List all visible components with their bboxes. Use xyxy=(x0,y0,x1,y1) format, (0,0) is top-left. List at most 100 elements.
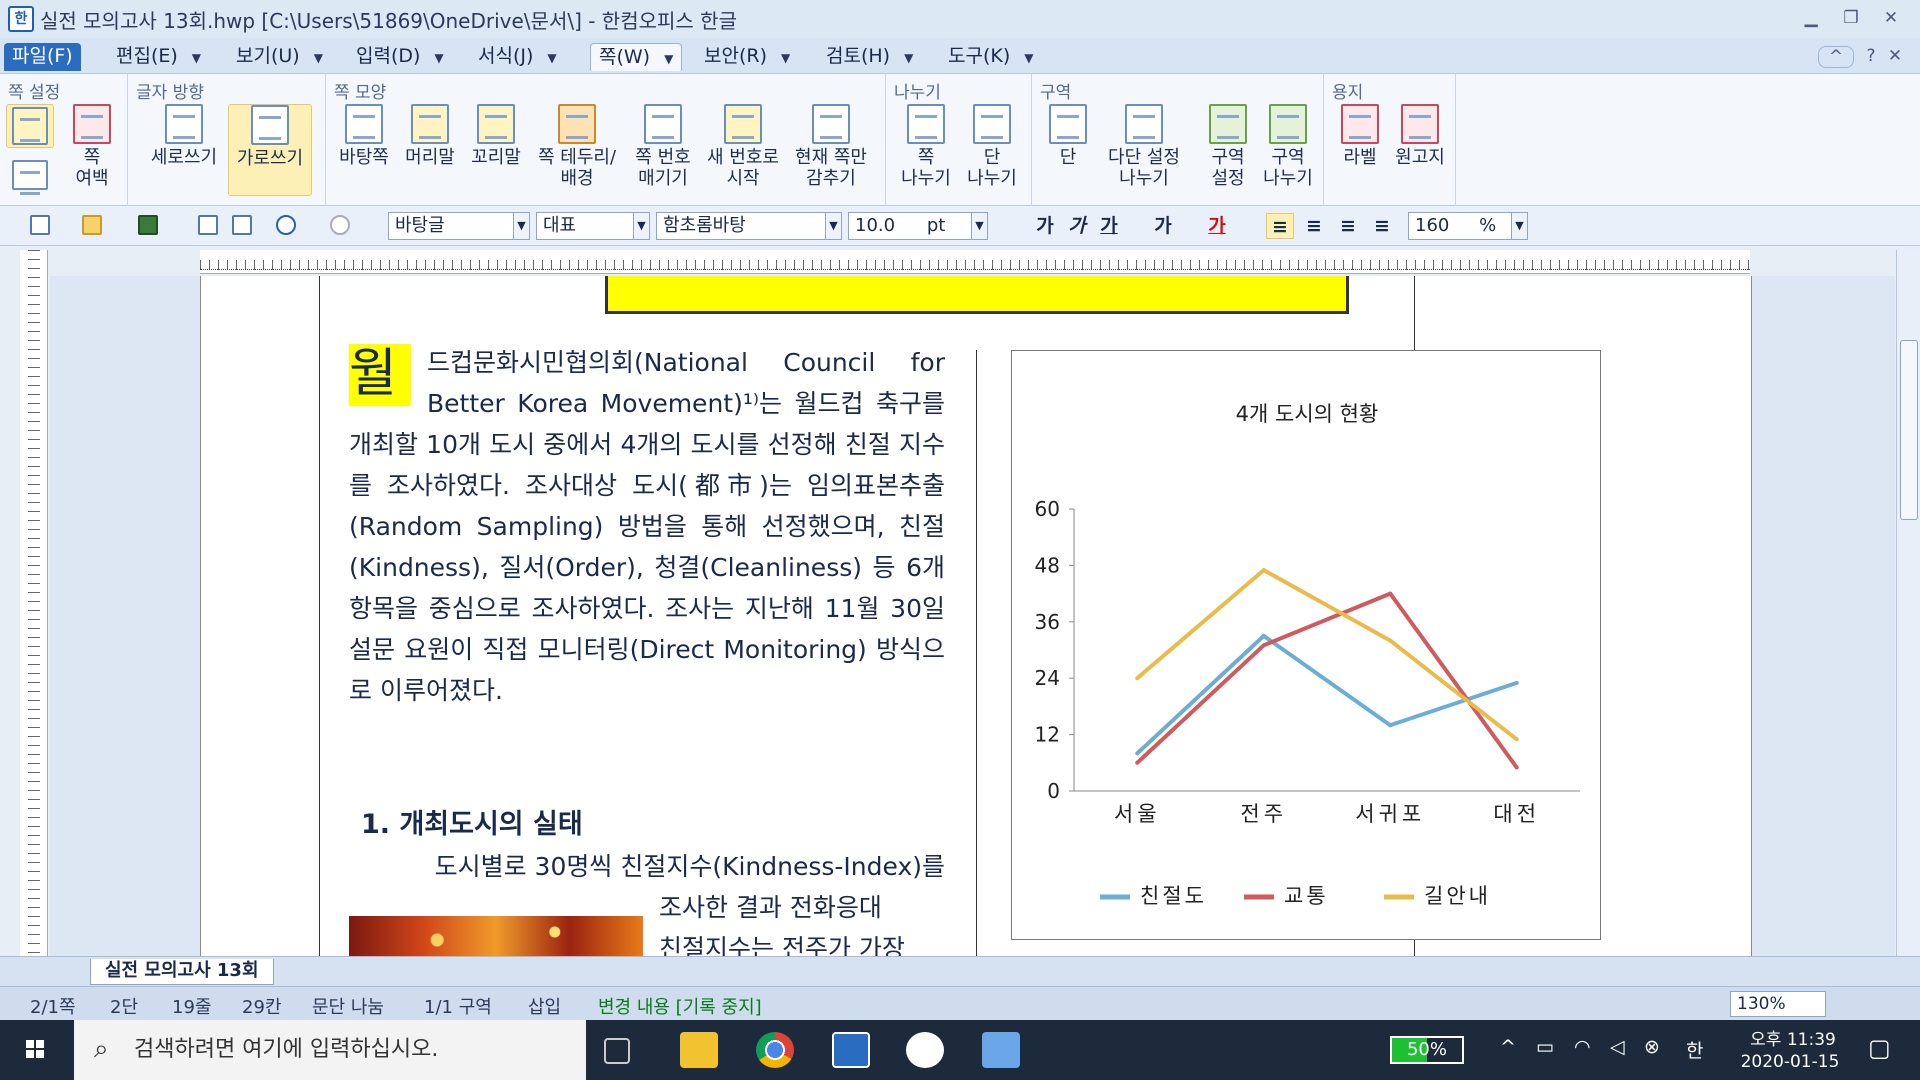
style-select[interactable]: 바탕글 ▼ xyxy=(388,212,530,240)
menu-edit-label: 편집(E) xyxy=(116,45,178,67)
collapse-ribbon-icon[interactable]: ^ xyxy=(1818,46,1854,68)
horizontal-write-button[interactable]: 가로쓰기 xyxy=(228,104,312,196)
status-track-changes[interactable]: 변경 내용 [기록 중지] xyxy=(598,993,762,1019)
border-bg-button[interactable]: 쪽 테두리/ 배경 xyxy=(530,104,624,189)
help-icon[interactable]: ? xyxy=(1860,46,1882,68)
minimize-icon[interactable]: ▁ xyxy=(1800,8,1822,30)
restore-icon[interactable]: ❐ xyxy=(1840,8,1862,30)
horizontal-ruler[interactable] xyxy=(200,250,1750,274)
status-mode[interactable]: 삽입 xyxy=(528,993,561,1019)
battery-indicator[interactable]: 50% xyxy=(1390,1036,1464,1064)
menu-edit[interactable]: 편집(E) ▼ xyxy=(108,43,209,71)
panda-icon[interactable] xyxy=(906,1032,944,1068)
font-size-select[interactable]: 10.0 pt ▼ xyxy=(848,212,988,240)
volume-icon[interactable]: ◁ xyxy=(1610,1036,1625,1058)
save-icon[interactable] xyxy=(138,215,158,235)
new-doc-icon[interactable] xyxy=(30,215,50,235)
label-button[interactable]: 라벨 xyxy=(1332,104,1388,168)
undo-icon[interactable] xyxy=(276,215,296,235)
clock-time[interactable]: 오후 11:39 xyxy=(1738,1025,1848,1050)
x-tick-label: 서귀포 xyxy=(1355,802,1425,826)
chart-object[interactable]: 4개 도시의 현황 0 12 24 36 48 60 서울 전주 서귀포 대전 친절도 교통 길안내 xyxy=(1011,350,1601,940)
page-setup-button[interactable] xyxy=(6,104,54,148)
hide-page-button[interactable]: 현재 쪽만 감추기 xyxy=(786,104,876,189)
font-color-button[interactable]: 가 xyxy=(1204,213,1230,239)
menu-format[interactable]: 서식(J) ▼ xyxy=(470,43,565,71)
open-folder-icon[interactable] xyxy=(82,215,102,235)
chevron-up-icon[interactable]: ^ xyxy=(1500,1036,1516,1058)
print-icon[interactable] xyxy=(198,215,218,235)
wifi-icon[interactable]: ◠ xyxy=(1574,1036,1591,1058)
columns-button[interactable]: 단 xyxy=(1042,104,1094,168)
ime-indicator[interactable]: 한 xyxy=(1686,1036,1703,1063)
menu-view[interactable]: 보기(U) ▼ xyxy=(228,43,331,71)
battery-icon[interactable]: ▭ xyxy=(1536,1036,1554,1058)
body-paragraph[interactable]: 월 드컵문화시민협의회(National Council for Better … xyxy=(349,342,945,711)
column-break-button[interactable]: 단 나누기 xyxy=(960,104,1024,189)
manuscript-button[interactable]: 원고지 xyxy=(1390,104,1450,168)
page-number-button[interactable]: 쪽 번호 매기기 xyxy=(626,104,700,189)
zoom-select[interactable]: 130% xyxy=(1730,991,1826,1017)
status-page[interactable]: 2/1쪽 xyxy=(30,993,76,1019)
document-page[interactable]: 월 드컵문화시민협의회(National Council for Better … xyxy=(200,276,1752,963)
page-setup2-button[interactable] xyxy=(6,160,54,195)
footer-button[interactable]: 꼬리말 xyxy=(464,104,528,168)
y-tick-label: 0 xyxy=(1047,779,1060,803)
vertical-write-button[interactable]: 세로쓰기 xyxy=(142,104,226,168)
file-explorer-icon[interactable] xyxy=(680,1032,718,1068)
hwp-taskbar-icon[interactable] xyxy=(832,1032,870,1068)
section-heading[interactable]: 1. 개최도시의 실태 xyxy=(361,802,583,841)
align-justify-button[interactable]: ≡ xyxy=(1266,213,1294,239)
align-right-button[interactable]: ≡ xyxy=(1368,213,1396,239)
clock-date[interactable]: 2020-01-15 xyxy=(1730,1052,1850,1072)
task-view-icon[interactable] xyxy=(604,1038,630,1064)
vertical-scrollbar[interactable] xyxy=(1896,250,1920,956)
hwp-app-icon[interactable]: 한 xyxy=(8,6,34,32)
redo-icon[interactable] xyxy=(330,215,350,235)
scroll-thumb[interactable] xyxy=(1900,340,1918,520)
underline-button[interactable]: 가 xyxy=(1096,213,1122,239)
taskbar-search-input[interactable]: 검색하려면 여기에 입력하십시오. xyxy=(74,1020,586,1080)
notification-icon[interactable]: ▢ xyxy=(1868,1034,1891,1062)
section-break-label: 구역 나누기 xyxy=(1263,147,1313,189)
bold-button[interactable]: 가 xyxy=(1032,213,1058,239)
document-tab[interactable]: 실전 모의고사 13회 xyxy=(90,959,274,985)
preview-icon[interactable] xyxy=(232,215,252,235)
language-select[interactable]: 대표 ▼ xyxy=(536,212,650,240)
align-center-button[interactable]: ≡ xyxy=(1334,213,1362,239)
menu-security[interactable]: 보안(R) ▼ xyxy=(696,43,798,71)
page-break-button[interactable]: 쪽 나누기 xyxy=(894,104,958,189)
border-bg-label: 쪽 테두리/ 배경 xyxy=(537,147,617,189)
section-break-button[interactable]: 구역 나누기 xyxy=(1258,104,1318,189)
menu-page[interactable]: 쪽(W) ▼ xyxy=(590,43,683,71)
app-taskbar-icon[interactable] xyxy=(982,1032,1020,1068)
multi-column-button[interactable]: 다단 설정 나누기 xyxy=(1098,104,1190,189)
inserted-image[interactable] xyxy=(349,916,643,956)
chevron-down-icon: ▼ xyxy=(513,213,529,239)
language-value: 대표 xyxy=(543,215,577,236)
menu-insert-label: 입력(D) xyxy=(356,45,421,67)
close-doc-icon[interactable]: ✕ xyxy=(1884,46,1906,68)
chrome-icon[interactable] xyxy=(756,1032,794,1068)
menu-insert[interactable]: 입력(D) ▼ xyxy=(348,43,452,71)
align-left-button[interactable]: ≡ xyxy=(1300,213,1328,239)
title-box[interactable] xyxy=(605,276,1349,314)
menu-review-label: 검토(H) xyxy=(826,45,891,67)
mute-icon[interactable]: ⊗ xyxy=(1644,1036,1660,1058)
new-number-button[interactable]: 새 번호로 시작 xyxy=(702,104,784,189)
multi-column-icon xyxy=(1125,104,1163,144)
menu-review[interactable]: 검토(H) ▼ xyxy=(818,43,921,71)
menu-tools[interactable]: 도구(K) ▼ xyxy=(940,43,1041,71)
line-spacing-select[interactable]: 160 % ▼ xyxy=(1408,212,1528,240)
background-page-button[interactable]: 바탕쪽 xyxy=(332,104,396,168)
close-icon[interactable]: ✕ xyxy=(1880,8,1902,30)
windows-start-icon[interactable] xyxy=(0,1020,70,1080)
italic-button[interactable]: 가 xyxy=(1064,213,1090,239)
page-margin-button[interactable]: 쪽 여백 xyxy=(62,104,122,189)
section-settings-button[interactable]: 구역 설정 xyxy=(1200,104,1256,189)
strike-button[interactable]: 가 xyxy=(1150,213,1176,239)
menu-file[interactable]: 파일(F) xyxy=(4,43,81,71)
vertical-ruler[interactable] xyxy=(20,250,48,956)
header-button[interactable]: 머리말 xyxy=(398,104,462,168)
font-select[interactable]: 함초롬바탕 ▼ xyxy=(656,212,842,240)
